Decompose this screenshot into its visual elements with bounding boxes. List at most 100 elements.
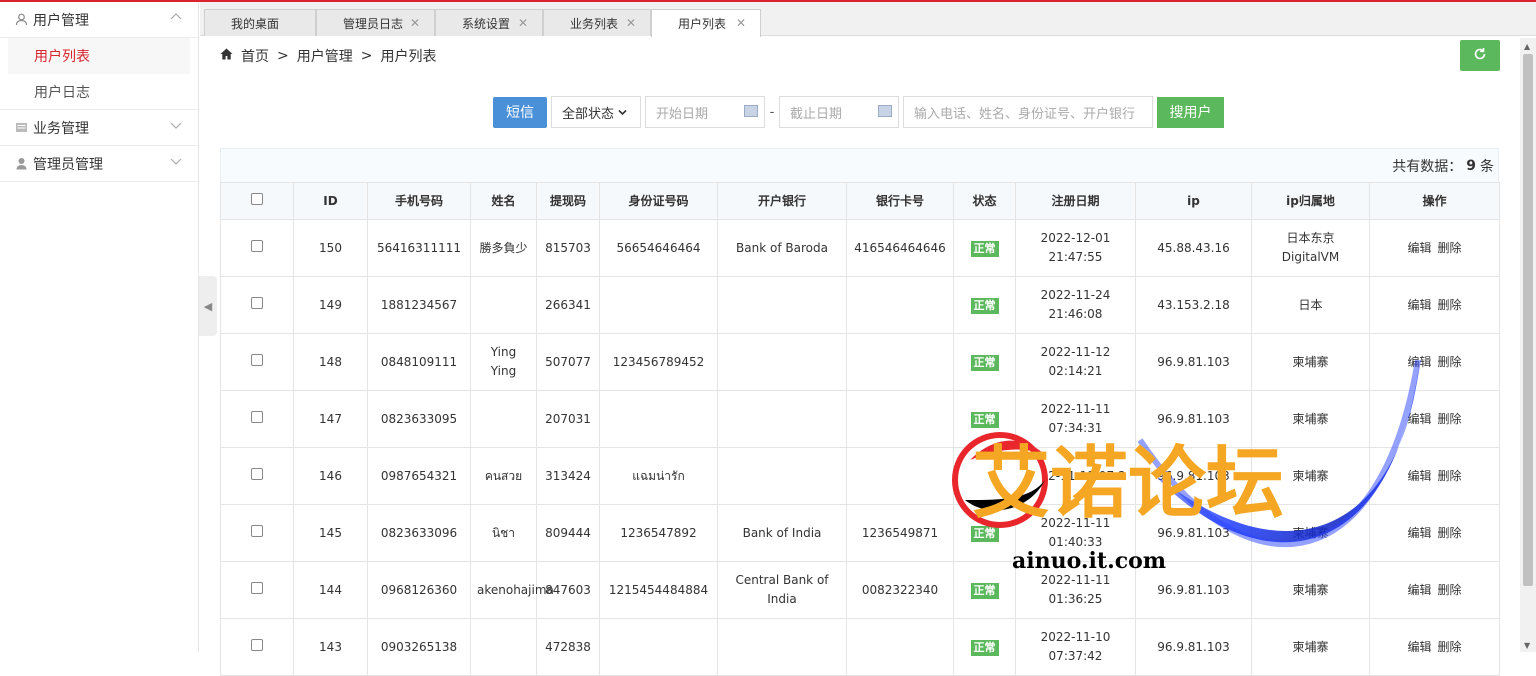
breadcrumb-user-management[interactable]: 用户管理 — [297, 46, 353, 66]
tab-admin-log[interactable]: 管理员日志 ✕ — [316, 9, 435, 36]
tab-label: 管理员日志 — [343, 16, 404, 31]
cell-bank — [717, 333, 847, 391]
scroll-up-icon[interactable]: ▲ — [1524, 42, 1530, 51]
column-header[interactable]: 开户银行 — [717, 182, 847, 220]
column-header[interactable]: 提现码 — [536, 182, 600, 220]
chevron-down-icon — [170, 155, 182, 169]
cell-actions: 编辑 删除 — [1369, 333, 1500, 391]
cell-ip: 96.9.81.103 — [1135, 333, 1252, 391]
edit-link[interactable]: 编辑 — [1407, 298, 1431, 312]
row-checkbox[interactable] — [251, 353, 263, 366]
tab-system-settings[interactable]: 系统设置 ✕ — [435, 9, 543, 36]
column-header[interactable]: 姓名 — [470, 182, 537, 220]
cell-phone: 0968126360 — [367, 561, 471, 619]
row-select-cell — [220, 561, 294, 619]
row-checkbox[interactable] — [251, 410, 263, 423]
record-count-prefix: 共有数据： — [1392, 158, 1463, 175]
cell-geo: 日本东京DigitalVM — [1251, 219, 1370, 277]
delete-link[interactable]: 删除 — [1438, 298, 1462, 312]
delete-link[interactable]: 删除 — [1438, 412, 1462, 426]
delete-link[interactable]: 删除 — [1438, 583, 1462, 597]
cell-status: 正常 — [953, 447, 1016, 505]
column-header[interactable]: 状态 — [953, 182, 1016, 220]
close-icon[interactable]: ✕ — [410, 16, 420, 30]
close-icon[interactable]: ✕ — [736, 16, 746, 30]
breadcrumb-home[interactable]: 首页 — [241, 46, 269, 66]
cell-code: 472838 — [536, 618, 600, 676]
column-header[interactable]: ip — [1135, 182, 1252, 220]
column-header[interactable]: ID — [293, 182, 368, 220]
table-row: 150 56416311111 勝多負少 815703 56654646464 Bank … — [220, 219, 1500, 277]
row-checkbox[interactable] — [251, 239, 263, 252]
edit-link[interactable]: 编辑 — [1407, 355, 1431, 369]
sms-button[interactable]: 短信 — [493, 96, 547, 128]
cell-phone: 56416311111 — [367, 219, 471, 277]
status-badge: 正常 — [970, 525, 999, 542]
row-select-cell — [220, 618, 294, 676]
sidebar: 用户管理 用户列表 用户日志 业务管理 管理员管理 — [0, 2, 199, 652]
edit-link[interactable]: 编辑 — [1407, 640, 1431, 654]
row-checkbox[interactable] — [251, 581, 263, 594]
cell-actions: 编辑 删除 — [1369, 447, 1500, 505]
cell-id: 148 — [293, 333, 368, 391]
edit-link[interactable]: 编辑 — [1407, 583, 1431, 597]
breadcrumb-separator: > — [277, 48, 289, 64]
cell-code: 313424 — [536, 447, 600, 505]
delete-link[interactable]: 删除 — [1438, 241, 1462, 255]
sidebar-collapse-handle[interactable]: ◀ — [199, 276, 217, 336]
column-header[interactable]: ip归属地 — [1251, 182, 1370, 220]
cell-date: 2022-12-01 21:47:55 — [1015, 219, 1136, 277]
close-icon[interactable]: ✕ — [626, 16, 636, 30]
search-user-button[interactable]: 搜用户 — [1157, 96, 1224, 128]
breadcrumb-separator: > — [360, 48, 373, 64]
delete-link[interactable]: 删除 — [1438, 355, 1462, 369]
start-date-input[interactable]: 开始日期 — [645, 96, 765, 128]
edit-link[interactable]: 编辑 — [1407, 241, 1431, 255]
status-select[interactable]: 全部状态 — [551, 96, 641, 128]
tab-user-list[interactable]: 用户列表 ✕ — [651, 9, 761, 37]
sidebar-item-user-list[interactable]: 用户列表 — [8, 38, 190, 74]
close-icon[interactable]: ✕ — [518, 16, 528, 30]
cell-date: 2022-11-11 07:2 — [1015, 447, 1136, 505]
cell-bank — [717, 390, 847, 448]
tab-my-desktop[interactable]: 我的桌面 — [204, 9, 316, 36]
sidebar-group-user-management[interactable]: 用户管理 — [0, 2, 198, 38]
edit-link[interactable]: 编辑 — [1407, 412, 1431, 426]
column-header[interactable]: 银行卡号 — [846, 182, 954, 220]
cell-actions: 编辑 删除 — [1369, 561, 1500, 619]
select-all-checkbox[interactable] — [251, 192, 263, 205]
delete-link[interactable]: 删除 — [1438, 469, 1462, 483]
refresh-button[interactable] — [1460, 40, 1500, 71]
scroll-down-icon[interactable]: ▼ — [1524, 641, 1530, 650]
sidebar-group-admin-management[interactable]: 管理员管理 — [0, 146, 198, 182]
keyword-search-input[interactable]: 输入电话、姓名、身份证号、开户银行 — [903, 96, 1153, 128]
sidebar-group-business-management[interactable]: 业务管理 — [0, 110, 198, 146]
sidebar-group-label: 用户管理 — [33, 12, 89, 29]
scrollbar-thumb[interactable] — [1523, 54, 1533, 586]
sidebar-item-user-log[interactable]: 用户日志 — [0, 74, 198, 110]
row-select-cell — [220, 504, 294, 562]
column-header[interactable]: 手机号码 — [367, 182, 471, 220]
user-icon — [14, 13, 28, 27]
tab-business-list[interactable]: 业务列表 ✕ — [543, 9, 651, 36]
cell-ip: 45.88.43.16 — [1135, 219, 1252, 277]
breadcrumb-user-list: 用户列表 — [380, 49, 437, 65]
column-header[interactable]: 身份证号码 — [599, 182, 718, 220]
cell-status: 正常 — [953, 219, 1016, 277]
cell-phone: 0903265138 — [367, 618, 471, 676]
end-date-input[interactable]: 截止日期 — [779, 96, 899, 128]
status-badge: 正常 — [970, 297, 999, 314]
edit-link[interactable]: 编辑 — [1407, 469, 1431, 483]
delete-link[interactable]: 删除 — [1438, 640, 1462, 654]
column-header[interactable]: 注册日期 — [1015, 182, 1136, 220]
delete-link[interactable]: 删除 — [1438, 526, 1462, 540]
row-checkbox[interactable] — [251, 467, 263, 480]
cell-idcard: 1236547892 — [599, 504, 718, 562]
row-checkbox[interactable] — [251, 638, 263, 651]
row-checkbox[interactable] — [251, 524, 263, 537]
cell-card: 416546464646 — [846, 219, 954, 277]
row-checkbox[interactable] — [251, 296, 263, 309]
cell-card — [846, 333, 954, 391]
edit-link[interactable]: 编辑 — [1407, 526, 1431, 540]
page-scrollbar[interactable]: ▲ ▼ — [1520, 38, 1536, 652]
